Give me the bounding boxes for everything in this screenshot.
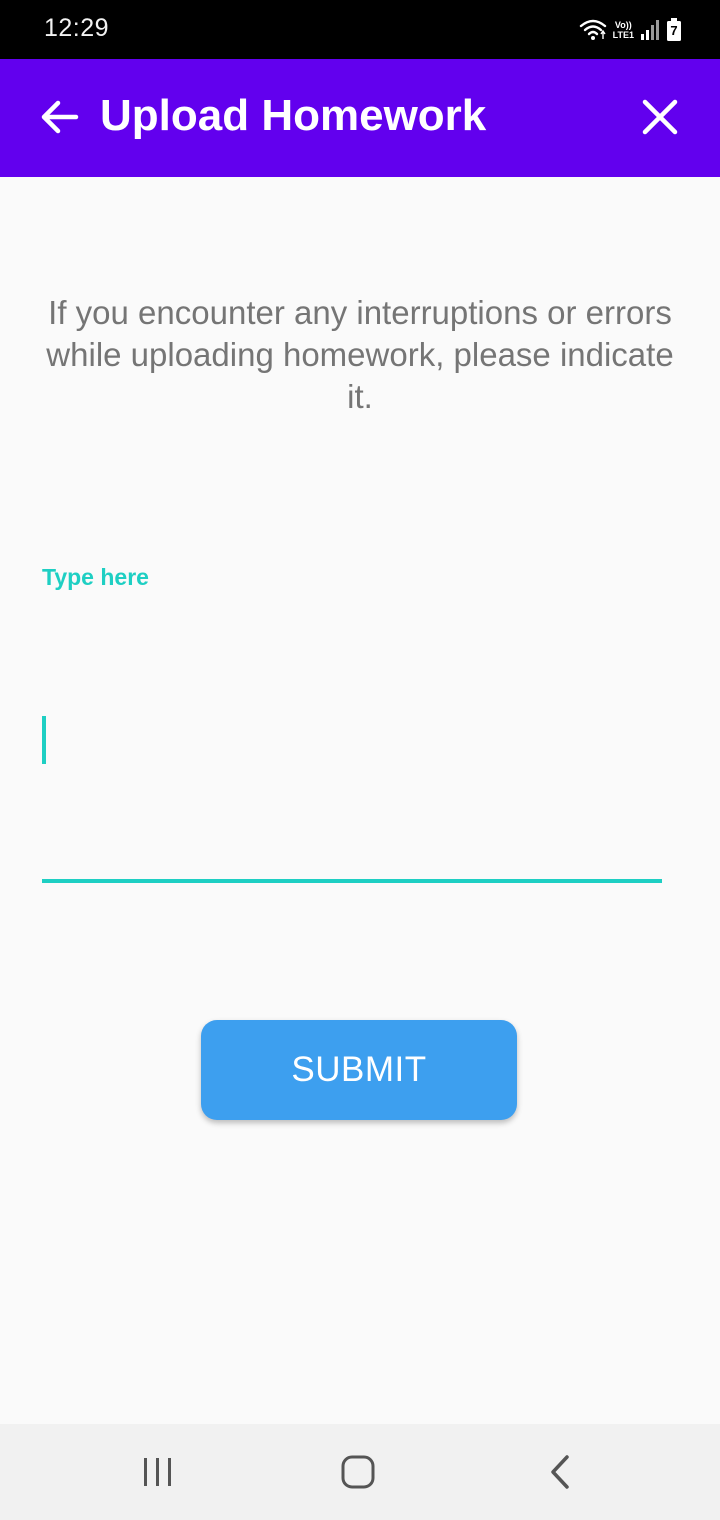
page-title: Upload Homework (100, 91, 487, 140)
close-icon (638, 99, 682, 143)
feedback-field-label: Type here (42, 564, 149, 590)
battery-level: 7 (670, 23, 678, 38)
text-cursor (42, 716, 46, 764)
network-bottom-label: LTE1 (612, 30, 634, 40)
signal-icon (640, 19, 660, 41)
network-top-label: Vo)) (614, 20, 632, 30)
recents-icon (138, 1458, 178, 1496)
system-nav-bar (0, 1424, 720, 1520)
wifi-icon (579, 18, 607, 42)
status-icons: Vo)) LTE1 7 (579, 16, 682, 44)
instruction-message: If you encounter any interruptions or er… (46, 294, 674, 415)
back-button[interactable] (36, 93, 84, 141)
status-bar: 12:29 Vo)) LTE1 7 (0, 0, 720, 59)
nav-home-button[interactable] (338, 1452, 378, 1492)
network-type: Vo)) LTE1 (613, 20, 634, 40)
battery-icon: 7 (666, 18, 682, 42)
arrow-left-icon (36, 100, 84, 145)
status-time: 12:29 (44, 14, 110, 42)
nav-back-button[interactable] (540, 1452, 580, 1492)
screen: 12:29 Vo)) LTE1 7 Upload Homework If you… (0, 0, 720, 1520)
home-icon (338, 1455, 378, 1496)
nav-recents-button[interactable] (138, 1452, 178, 1492)
feedback-field-underline (42, 879, 662, 883)
chevron-left-icon (540, 1455, 580, 1496)
app-bar: Upload Homework (0, 59, 720, 177)
feedback-input[interactable] (42, 610, 662, 880)
submit-button[interactable]: SUBMIT (201, 1020, 517, 1120)
close-button[interactable] (638, 95, 682, 139)
